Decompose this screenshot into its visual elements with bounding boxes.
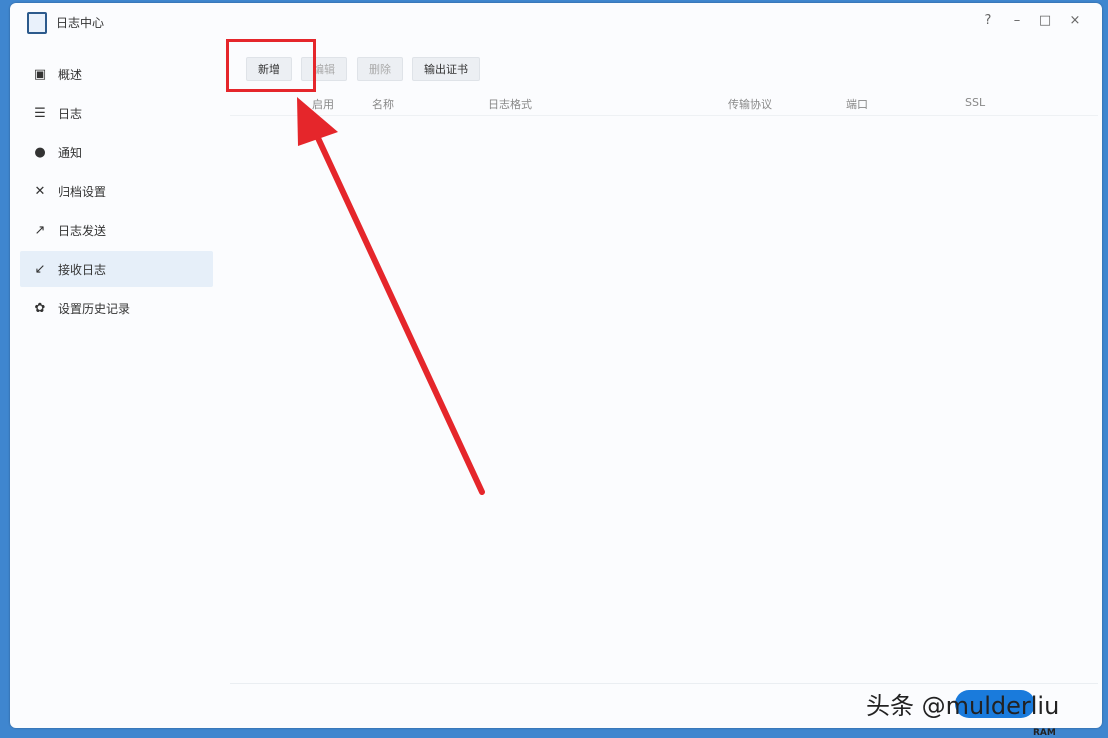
background-fragment-text: RAM	[1033, 728, 1056, 738]
annotation-arrow	[297, 97, 485, 495]
watermark-text: 头条 @mulderliu	[866, 692, 1060, 720]
